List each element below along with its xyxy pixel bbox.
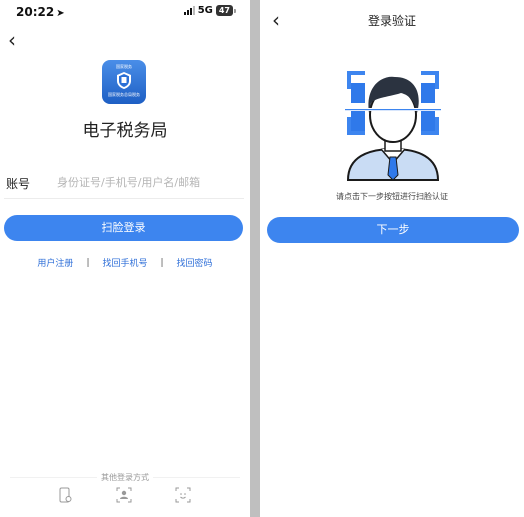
verification-screen: ‹ 登录验证 请点击下一步按钮进行扫脸认证 下一步: [260, 0, 524, 517]
face-scan-icon[interactable]: [175, 487, 191, 503]
id-card-login-icon[interactable]: [116, 487, 132, 503]
account-input[interactable]: [57, 172, 237, 192]
link-separator: |: [86, 257, 90, 268]
status-indicators: 5G 47: [183, 5, 236, 16]
signal-icon: [183, 6, 195, 15]
face-login-button[interactable]: 扫脸登录: [4, 215, 243, 241]
status-time: 20:22 ➤: [16, 5, 65, 19]
other-login-label: 其他登录方式: [0, 472, 250, 483]
next-step-button[interactable]: 下一步: [267, 217, 519, 243]
app-title: 电子税务局: [82, 121, 168, 141]
account-label: 账号: [6, 177, 31, 191]
shield-icon: [117, 72, 131, 89]
verify-hint: 请点击下一步按钮进行扫脸认证: [336, 192, 448, 201]
battery-icon: 47: [215, 5, 236, 16]
location-arrow-icon: ➤: [56, 8, 65, 19]
back-chevron-icon[interactable]: ‹: [8, 30, 16, 50]
link-separator: |: [160, 257, 164, 268]
face-scan-illustration: [343, 71, 443, 181]
account-links: 用户注册 | 找回手机号 | 找回密码: [0, 256, 250, 270]
phone-login-icon[interactable]: [57, 487, 73, 503]
recover-password-link[interactable]: 找回密码: [177, 256, 213, 269]
login-screen: 20:22➤ 5G 47 ‹ 国家税务 国家税务总局税务 电子税务局 账号 扫脸…: [0, 0, 250, 517]
page-title: 登录验证: [367, 14, 416, 28]
network-label: 5G: [197, 5, 213, 16]
account-underline: [4, 198, 244, 199]
recover-phone-link[interactable]: 找回手机号: [102, 256, 147, 269]
tax-bureau-logo: 国家税务 国家税务总局税务: [102, 60, 146, 104]
panel-divider: [250, 0, 260, 517]
register-link[interactable]: 用户注册: [37, 256, 73, 269]
